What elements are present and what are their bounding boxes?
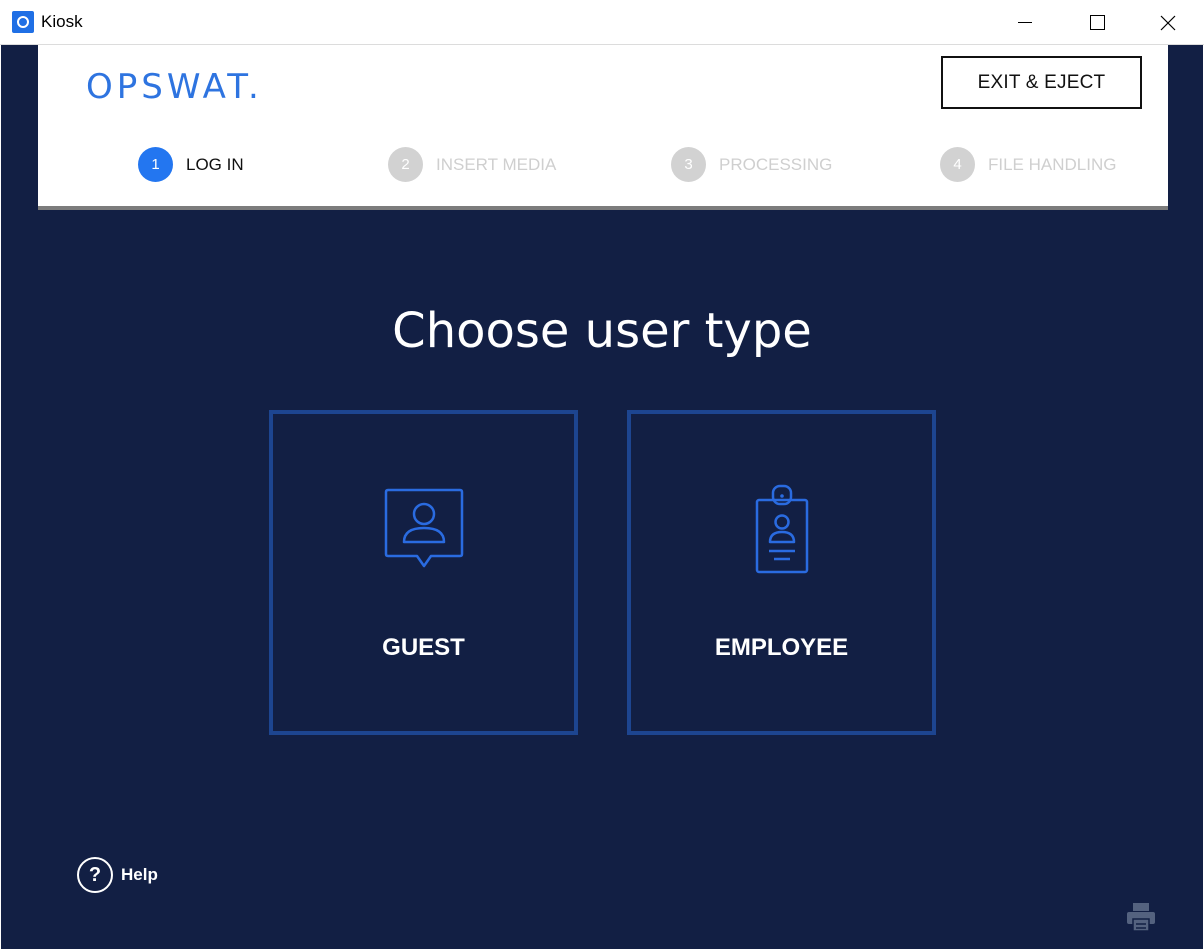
step-number: 3 [671,147,706,182]
maximize-button[interactable] [1062,0,1132,45]
step-processing: 3 PROCESSING [671,147,832,182]
opswat-logo: OPSWAT. [86,67,263,107]
exit-eject-button[interactable]: EXIT & EJECT [941,56,1142,109]
help-icon: ? [77,857,113,893]
window-title: Kiosk [41,12,83,31]
minimize-icon [1018,22,1032,23]
printer-icon[interactable] [1125,901,1157,933]
step-number: 2 [388,147,423,182]
help-button[interactable]: ? Help [77,857,158,893]
guest-option-card[interactable]: GUEST [269,410,578,735]
step-label: FILE HANDLING [988,154,1117,174]
step-label: INSERT MEDIA [436,154,557,174]
maximize-icon [1089,15,1105,30]
app-icon [12,11,34,33]
guest-label: GUEST [382,634,465,661]
close-icon [1160,15,1176,30]
employee-label: EMPLOYEE [714,634,849,661]
step-file-handling: 4 FILE HANDLING [940,147,1116,182]
employee-badge-icon [755,484,808,574]
step-label: PROCESSING [719,154,833,174]
step-number: 4 [940,147,975,182]
help-label: Help [121,865,158,884]
page-title: Choose user type [392,303,812,359]
header-panel: OPSWAT. EXIT & EJECT 1 LOG IN 2 INSERT M… [38,45,1168,210]
step-number: 1 [138,147,173,182]
employee-option-card[interactable]: EMPLOYEE [627,410,936,735]
step-log-in: 1 LOG IN [138,147,244,182]
minimize-button[interactable] [990,0,1060,45]
window-titlebar: Kiosk [0,0,1204,45]
kiosk-content: OPSWAT. EXIT & EJECT 1 LOG IN 2 INSERT M… [1,45,1203,949]
close-button[interactable] [1133,0,1203,45]
step-insert-media: 2 INSERT MEDIA [388,147,556,182]
step-label: LOG IN [186,154,244,174]
guest-user-icon [384,488,463,568]
